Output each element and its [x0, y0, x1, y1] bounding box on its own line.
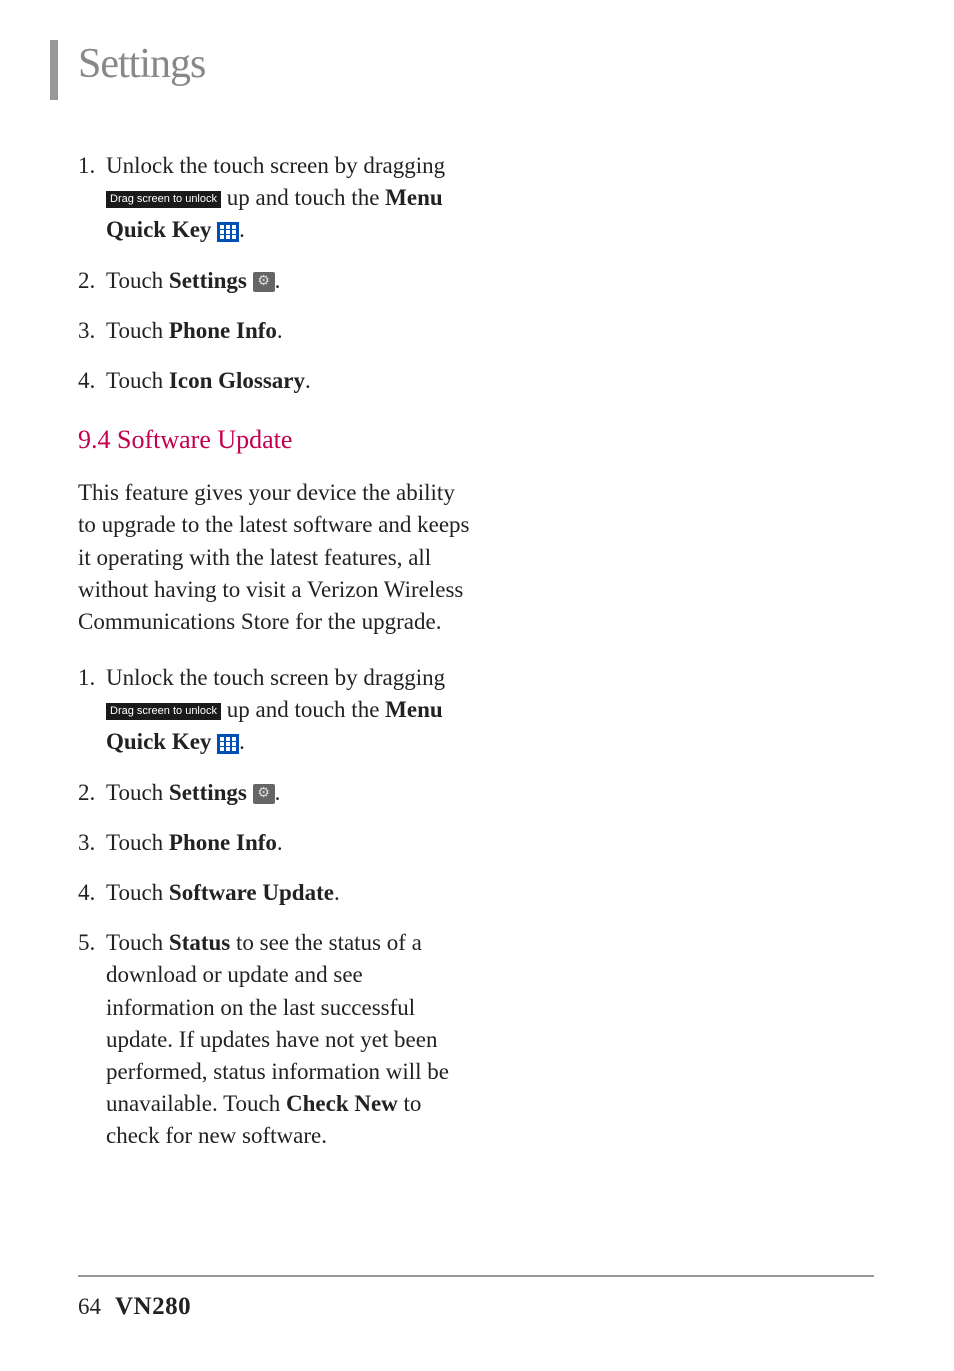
bold-text: Phone Info: [169, 318, 277, 343]
step-body: Touch Icon Glossary.: [106, 368, 311, 393]
step-body: Unlock the touch screen by dragging Drag…: [106, 665, 445, 754]
step-item: 1. Unlock the touch screen by dragging Dr…: [78, 662, 470, 759]
model-label: VN280: [115, 1293, 191, 1321]
text-run: .: [275, 780, 281, 805]
bold-text: Status: [169, 930, 230, 955]
text-run: Touch: [106, 930, 169, 955]
text-run: .: [239, 729, 245, 754]
drag-screen-icon: Drag screen to unlock: [106, 191, 221, 208]
step-number: 2.: [78, 265, 95, 297]
content-area: 1. Unlock the touch screen by dragging Dr…: [50, 150, 470, 1153]
bold-text: Settings: [169, 268, 253, 293]
step-item: 4. Touch Software Update.: [78, 877, 470, 909]
page-footer: 64 VN280: [78, 1275, 874, 1321]
page-heading-bar: Settings: [50, 40, 874, 100]
menu-quick-key-icon: [217, 222, 239, 242]
text-run: Unlock the touch screen by dragging: [106, 153, 445, 178]
software-update-intro: This feature gives your device the abili…: [78, 477, 470, 638]
step-number: 3.: [78, 827, 95, 859]
drag-screen-icon: Drag screen to unlock: [106, 703, 221, 720]
menu-quick-key-icon: [217, 734, 239, 754]
bold-text: Settings: [169, 780, 253, 805]
text-run: up and touch the: [221, 697, 385, 722]
text-run: .: [277, 830, 283, 855]
step-body: Touch Status to see the status of a down…: [106, 930, 449, 1148]
text-run: up and touch the: [221, 185, 385, 210]
bold-text: Check New: [286, 1091, 398, 1116]
text-run: Touch: [106, 318, 169, 343]
settings-gear-icon: [253, 272, 275, 292]
text-run: .: [275, 268, 281, 293]
step-item: 3. Touch Phone Info.: [78, 827, 470, 859]
section-2-steps: 1. Unlock the touch screen by dragging Dr…: [78, 662, 470, 1152]
bold-text: Software Update: [169, 880, 334, 905]
bold-text: Phone Info: [169, 830, 277, 855]
step-body: Touch Settings .: [106, 268, 280, 293]
step-item: 2. Touch Settings .: [78, 265, 470, 297]
page-number: 64: [78, 1294, 101, 1320]
text-run: .: [305, 368, 311, 393]
step-item: 2. Touch Settings .: [78, 777, 470, 809]
text-run: Unlock the touch screen by dragging: [106, 665, 445, 690]
section-1-steps: 1. Unlock the touch screen by dragging Dr…: [78, 150, 470, 397]
step-body: Touch Phone Info.: [106, 318, 283, 343]
text-run: Touch: [106, 830, 169, 855]
settings-gear-icon: [253, 784, 275, 804]
text-run: to see the status of a download or updat…: [106, 930, 449, 1116]
step-number: 2.: [78, 777, 95, 809]
text-run: Touch: [106, 268, 169, 293]
section-heading-software-update: 9.4 Software Update: [78, 425, 470, 455]
text-run: Touch: [106, 780, 169, 805]
step-body: Touch Phone Info.: [106, 830, 283, 855]
text-run: Touch: [106, 368, 169, 393]
text-run: .: [277, 318, 283, 343]
step-number: 3.: [78, 315, 95, 347]
heading-marker: [50, 40, 58, 100]
text-run: Touch: [106, 880, 169, 905]
step-number: 4.: [78, 877, 95, 909]
text-run: .: [334, 880, 340, 905]
step-body: Unlock the touch screen by dragging Drag…: [106, 153, 445, 242]
step-number: 4.: [78, 365, 95, 397]
bold-text: Icon Glossary: [169, 368, 305, 393]
step-number: 5.: [78, 927, 95, 959]
text-run: .: [239, 217, 245, 242]
heading-text: Settings: [78, 40, 205, 88]
step-body: Touch Software Update.: [106, 880, 340, 905]
step-body: Touch Settings .: [106, 780, 280, 805]
step-number: 1.: [78, 662, 95, 694]
step-item: 5. Touch Status to see the status of a d…: [78, 927, 470, 1152]
step-number: 1.: [78, 150, 95, 182]
step-item: 4. Touch Icon Glossary.: [78, 365, 470, 397]
step-item: 3. Touch Phone Info.: [78, 315, 470, 347]
step-item: 1. Unlock the touch screen by dragging Dr…: [78, 150, 470, 247]
